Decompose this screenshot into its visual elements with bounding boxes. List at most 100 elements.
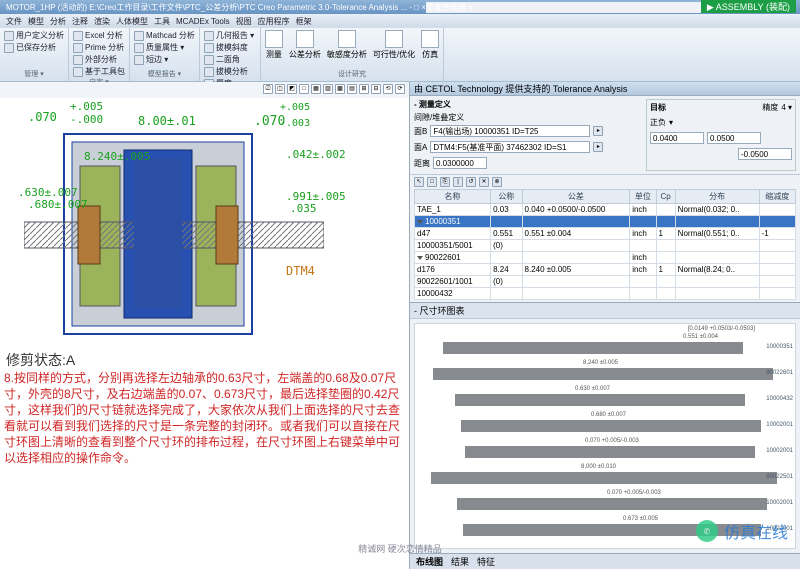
menu-工具[interactable]: 工具 [154, 16, 170, 27]
table-row[interactable]: 10000351 [415, 216, 796, 228]
view-tool-icon[interactable]: ◫ [275, 84, 285, 94]
table-tool-icon[interactable]: | [453, 177, 463, 187]
table-row[interactable]: 10000351/5001(0) [415, 240, 796, 252]
menu-应用程序[interactable]: 应用程序 [258, 16, 290, 27]
table-header[interactable]: 单位 [630, 190, 656, 204]
table-toolbar: ↖□⎘|↺✕⊗ [414, 177, 796, 187]
loop-bar[interactable] [457, 498, 767, 510]
table-row[interactable]: d1768.248.240 ±0.005inch1Normal(8.24; 0.… [415, 264, 796, 276]
def-title2: 间隙/堆叠定义 [414, 112, 640, 123]
table-header[interactable]: 缩减度 [759, 190, 795, 204]
ribbon-item[interactable]: 二面角 [204, 54, 256, 65]
menu-渲染[interactable]: 渲染 [94, 16, 110, 27]
tolerance-panel: 由 CETOL Technology 提供支持的 Tolerance Analy… [410, 82, 800, 569]
ribbon-icon [73, 43, 83, 53]
menu-注释[interactable]: 注释 [72, 16, 88, 27]
view-tool-icon[interactable]: ▩ [335, 84, 345, 94]
ribbon-big-button[interactable]: 公差分析 [289, 30, 321, 60]
pick-icon-2[interactable]: ▸ [593, 142, 603, 152]
table-tool-icon[interactable]: ✕ [479, 177, 489, 187]
ribbon-item[interactable]: 几何报告 ▾ [204, 30, 256, 41]
ribbon-item[interactable]: 拔模斜度 [204, 42, 256, 53]
table-row[interactable]: 90022601inch [415, 252, 796, 264]
loop-bar[interactable] [455, 394, 745, 406]
ribbon-big-button[interactable]: 可行性/优化 [373, 30, 415, 60]
loop-canvas[interactable]: [0.0149 +0.0503/-0.0503] 0.551 ±0.004100… [414, 323, 796, 549]
table-row[interactable]: TAE_10.030.040 +0.0500/-0.0500inchNormal… [415, 204, 796, 216]
menu-框架[interactable]: 框架 [296, 16, 312, 27]
ribbon-big-button[interactable]: 仿真 [421, 30, 439, 60]
goal-input-3[interactable] [738, 148, 792, 160]
menu-模型[interactable]: 模型 [28, 16, 44, 27]
goal-title: 目标 [650, 102, 666, 113]
menu-人体模型[interactable]: 人体模型 [116, 16, 148, 27]
menu-MCADEx Tools[interactable]: MCADEx Tools [176, 17, 230, 26]
table-tool-icon[interactable]: ⊗ [492, 177, 502, 187]
table-tool-icon[interactable]: ↖ [414, 177, 424, 187]
table-row[interactable]: d470.5510.551 ±0.004inch1Normal(0.551; 0… [415, 228, 796, 240]
table-header[interactable]: 公称 [491, 190, 522, 204]
dimension-table[interactable]: 名称公称公差单位Cp分布缩减度 TAE_10.030.040 +0.0500/-… [414, 189, 796, 300]
loop-bar-id: 10002001 [766, 448, 793, 454]
tab-布线图[interactable]: 布线图 [416, 555, 443, 568]
ribbon-item[interactable]: 短边 ▾ [134, 54, 195, 65]
bottom-tabs: 布线图结果特征 [410, 553, 800, 569]
ribbon-big-button[interactable]: 敏感度分析 [327, 30, 367, 60]
ribbon-item[interactable]: 外部分析 [73, 54, 125, 65]
table-header[interactable]: Cp [656, 190, 675, 204]
distance-input[interactable] [433, 157, 487, 169]
ribbon-item[interactable]: Mathcad 分析 [134, 30, 195, 41]
table-tool-icon[interactable]: ⎘ [440, 177, 450, 187]
table-row[interactable]: 90022601/1001(0) [415, 276, 796, 288]
face-b-input[interactable] [430, 125, 590, 137]
loop-bar[interactable] [465, 446, 755, 458]
view-tool-icon[interactable]: ▨ [323, 84, 333, 94]
view-tool-icon[interactable]: ⟲ [383, 84, 393, 94]
view-tool-icon[interactable]: ⊞ [359, 84, 369, 94]
view-tool-icon[interactable]: ⎚ [263, 84, 273, 94]
table-header[interactable]: 分布 [675, 190, 759, 204]
view-tool-icon[interactable]: ⟳ [395, 84, 405, 94]
loop-bar[interactable] [461, 420, 761, 432]
tab-结果[interactable]: 结果 [451, 555, 469, 568]
loop-bar-label: 8.000 ±0.010 [581, 464, 616, 470]
ribbon-icon [134, 31, 144, 41]
goal-input-2[interactable] [707, 132, 761, 144]
menu-视图[interactable]: 视图 [236, 16, 252, 27]
view-tool-icon[interactable]: ▤ [347, 84, 357, 94]
menu-分析[interactable]: 分析 [50, 16, 66, 27]
ribbon-big-button[interactable]: 测量 [265, 30, 283, 60]
table-tool-icon[interactable]: □ [427, 177, 437, 187]
loop-bar[interactable] [431, 472, 777, 484]
ribbon-item[interactable]: Excel 分析 [73, 30, 125, 41]
model-viewport[interactable]: ⎚◫◩□▦▨▩▤⊞⊟⟲⟳ .070 +.005 -.000 8.00±.01 .… [0, 82, 410, 569]
tab-特征[interactable]: 特征 [477, 555, 495, 568]
ribbon-item[interactable]: 质量属性 ▾ [134, 42, 195, 53]
ribbon-item[interactable]: Prime 分析 [73, 42, 125, 53]
prec-label: 精度 [762, 102, 778, 113]
assembly-tag[interactable]: ▶ ASSEMBLY (装配) [701, 0, 796, 13]
loop-bar[interactable] [443, 342, 743, 354]
view-tool-icon[interactable]: ⊟ [371, 84, 381, 94]
table-header[interactable]: 公差 [522, 190, 630, 204]
ribbon-item[interactable]: 基于工具包 [73, 66, 125, 77]
table-header[interactable]: 名称 [415, 190, 491, 204]
prec-value[interactable]: 4 ▾ [781, 103, 792, 112]
loop-bar[interactable] [433, 368, 773, 380]
view-tool-icon[interactable]: ▦ [311, 84, 321, 94]
table-tool-icon[interactable]: ↺ [466, 177, 476, 187]
view-tool-icon[interactable]: ◩ [287, 84, 297, 94]
table-row[interactable]: 10000432 [415, 288, 796, 300]
goal-input-1[interactable] [650, 132, 704, 144]
ribbon-big-icon [265, 30, 283, 48]
panel-header: 由 CETOL Technology 提供支持的 Tolerance Analy… [410, 82, 800, 96]
workspace: ⎚◫◩□▦▨▩▤⊞⊟⟲⟳ .070 +.005 -.000 8.00±.01 .… [0, 82, 800, 569]
ribbon-item[interactable]: 用户定义分析 [4, 30, 64, 41]
face-a-input[interactable] [430, 141, 590, 153]
view-tool-icon[interactable]: □ [299, 84, 309, 94]
pick-icon[interactable]: ▸ [593, 126, 603, 136]
ribbon-item[interactable]: 拔模分析 [204, 66, 256, 77]
menu-文件[interactable]: 文件 [6, 16, 22, 27]
posneg-dropdown[interactable]: ▾ [669, 118, 673, 127]
ribbon-item[interactable]: 已保存分析 [4, 42, 64, 53]
